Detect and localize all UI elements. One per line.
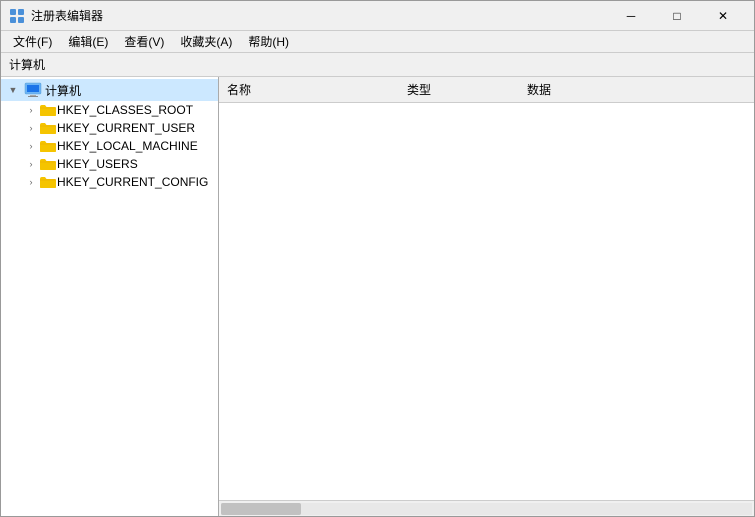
tree-children: › HKEY_CLASSES_ROOT › HKEY_CU <box>1 101 218 191</box>
folder-icon <box>39 103 57 117</box>
scrollbar-track[interactable] <box>221 503 752 515</box>
content-area: ▼ 计算机 › <box>1 77 754 516</box>
address-bar: 计算机 <box>1 53 754 77</box>
folder-icon <box>39 175 57 189</box>
item-label: HKEY_USERS <box>57 157 138 171</box>
col-header-type: 类型 <box>399 79 519 100</box>
expand-arrow[interactable]: › <box>23 102 39 118</box>
folder-icon <box>39 139 57 153</box>
menu-edit[interactable]: 编辑(E) <box>60 31 116 52</box>
item-label: HKEY_CURRENT_CONFIG <box>57 175 208 189</box>
menu-bar: 文件(F) 编辑(E) 查看(V) 收藏夹(A) 帮助(H) <box>1 31 754 53</box>
right-panel: 名称 类型 数据 <box>219 77 754 516</box>
scrollbar-thumb[interactable] <box>221 503 301 515</box>
address-label: 计算机 <box>9 56 45 73</box>
tree-item-current-config[interactable]: › HKEY_CURRENT_CONFIG <box>21 173 218 191</box>
app-icon <box>9 8 25 24</box>
horizontal-scrollbar[interactable] <box>219 500 754 516</box>
folder-icon <box>39 121 57 135</box>
window-controls: ─ □ ✕ <box>608 1 746 31</box>
maximize-button[interactable]: □ <box>654 1 700 31</box>
computer-icon <box>24 81 42 99</box>
tree-root[interactable]: ▼ 计算机 <box>1 79 218 101</box>
expand-icon[interactable]: ▼ <box>5 82 21 98</box>
root-label: 计算机 <box>45 82 81 99</box>
window-title: 注册表编辑器 <box>31 7 608 24</box>
tree-item-users[interactable]: › HKEY_USERS <box>21 155 218 173</box>
item-label: HKEY_CURRENT_USER <box>57 121 195 135</box>
tree-item-classes-root[interactable]: › HKEY_CLASSES_ROOT <box>21 101 218 119</box>
menu-help[interactable]: 帮助(H) <box>240 31 297 52</box>
expand-arrow[interactable]: › <box>23 120 39 136</box>
column-headers: 名称 类型 数据 <box>219 77 754 103</box>
expand-arrow[interactable]: › <box>23 156 39 172</box>
tree-item-current-user[interactable]: › HKEY_CURRENT_USER <box>21 119 218 137</box>
tree-panel: ▼ 计算机 › <box>1 77 219 516</box>
col-header-data: 数据 <box>519 79 754 100</box>
main-window: 注册表编辑器 ─ □ ✕ 文件(F) 编辑(E) 查看(V) 收藏夹(A) 帮助… <box>0 0 755 517</box>
minimize-button[interactable]: ─ <box>608 1 654 31</box>
expand-arrow[interactable]: › <box>23 174 39 190</box>
menu-favorites[interactable]: 收藏夹(A) <box>172 31 240 52</box>
item-label: HKEY_LOCAL_MACHINE <box>57 139 198 153</box>
col-header-name: 名称 <box>219 79 399 100</box>
tree-item-local-machine[interactable]: › HKEY_LOCAL_MACHINE <box>21 137 218 155</box>
close-button[interactable]: ✕ <box>700 1 746 31</box>
item-label: HKEY_CLASSES_ROOT <box>57 103 193 117</box>
title-bar: 注册表编辑器 ─ □ ✕ <box>1 1 754 31</box>
folder-icon <box>39 157 57 171</box>
menu-file[interactable]: 文件(F) <box>5 31 60 52</box>
right-content-area <box>219 103 754 500</box>
menu-view[interactable]: 查看(V) <box>116 31 172 52</box>
expand-arrow[interactable]: › <box>23 138 39 154</box>
